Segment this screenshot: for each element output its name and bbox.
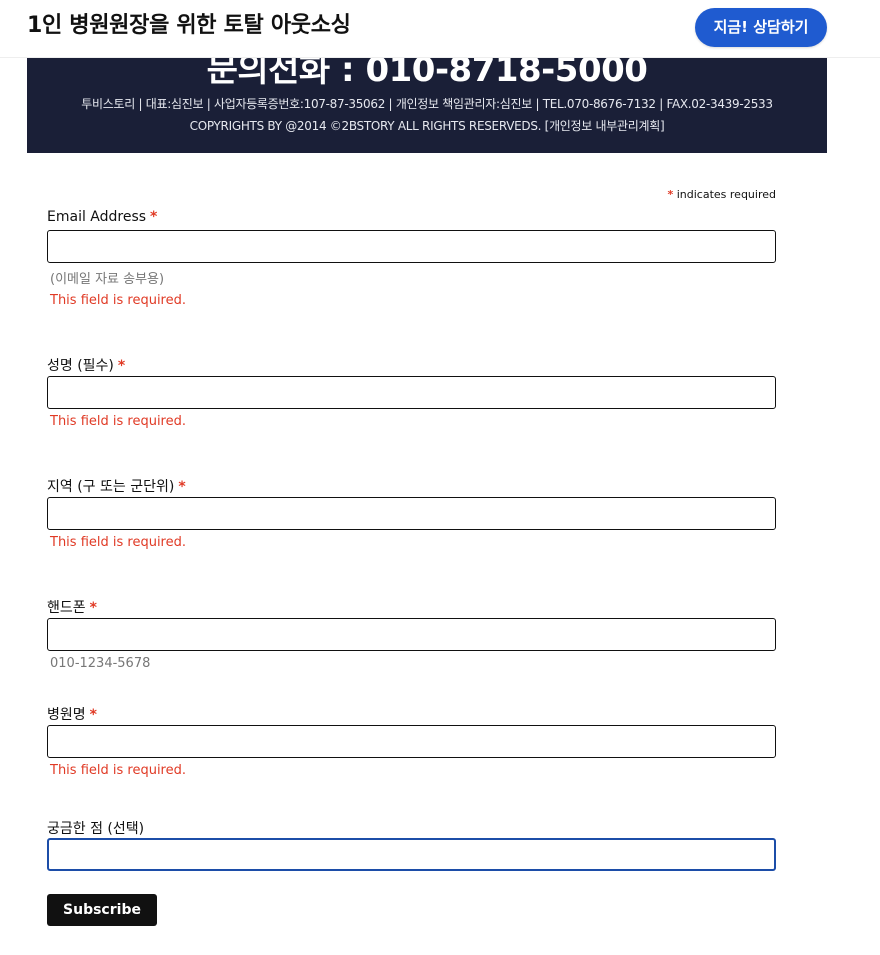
hospital-name-error-message: This field is required. — [50, 763, 186, 778]
required-asterisk: * — [117, 358, 126, 374]
question-label: 궁금한 점 (선택) — [47, 818, 144, 838]
phone-label-text: 핸드폰 — [47, 600, 86, 616]
region-error-message: This field is required. — [50, 535, 186, 550]
site-title[interactable]: 1인 병원원장을 위한 토탈 아웃소싱 — [27, 7, 351, 39]
required-asterisk: * — [89, 600, 97, 616]
required-note: * indicates required — [600, 188, 776, 201]
required-asterisk: * — [178, 479, 186, 495]
required-asterisk: * — [667, 188, 674, 201]
region-input[interactable] — [47, 497, 776, 530]
region-label-text: 지역 (구 또는 군단위) — [47, 479, 175, 495]
email-input[interactable] — [47, 230, 776, 263]
subscribe-button[interactable]: Subscribe — [47, 894, 157, 926]
name-label: 성명 (필수) * — [47, 355, 125, 375]
required-note-text: indicates required — [676, 188, 776, 201]
question-label-text: 궁금한 점 (선택) — [47, 821, 145, 837]
name-label-text: 성명 (필수) — [47, 358, 114, 374]
consult-now-button[interactable]: 지금! 상담하기 — [695, 8, 827, 47]
question-input[interactable] — [47, 838, 776, 871]
phone-helper-text: 010-1234-5678 — [50, 656, 151, 671]
banner-copyright: COPYRIGHTS BY @2014 ©2BSTORY ALL RIGHTS … — [189, 119, 665, 133]
region-label: 지역 (구 또는 군단위) * — [47, 476, 186, 496]
hospital-name-label: 병원명 * — [47, 704, 97, 724]
email-label-text: Email Address — [47, 209, 147, 225]
email-helper-text: (이메일 자료 송부용) — [50, 272, 165, 287]
name-input[interactable] — [47, 376, 776, 409]
phone-input[interactable] — [47, 618, 776, 651]
required-asterisk: * — [89, 707, 97, 723]
banner-company-info: 투비스토리 | 대표:심진보 | 사업자등록증번호:107-87-35062 |… — [81, 97, 773, 111]
email-error-message: This field is required. — [50, 293, 186, 308]
hospital-name-label-text: 병원명 — [47, 707, 86, 723]
hospital-name-input[interactable] — [47, 725, 776, 758]
name-error-message: This field is required. — [50, 414, 186, 429]
phone-label: 핸드폰 * — [47, 597, 97, 617]
email-label: Email Address * — [47, 209, 157, 225]
required-asterisk: * — [150, 209, 158, 225]
site-header: 1인 병원원장을 위한 토탈 아웃소싱 지금! 상담하기 — [0, 0, 880, 58]
